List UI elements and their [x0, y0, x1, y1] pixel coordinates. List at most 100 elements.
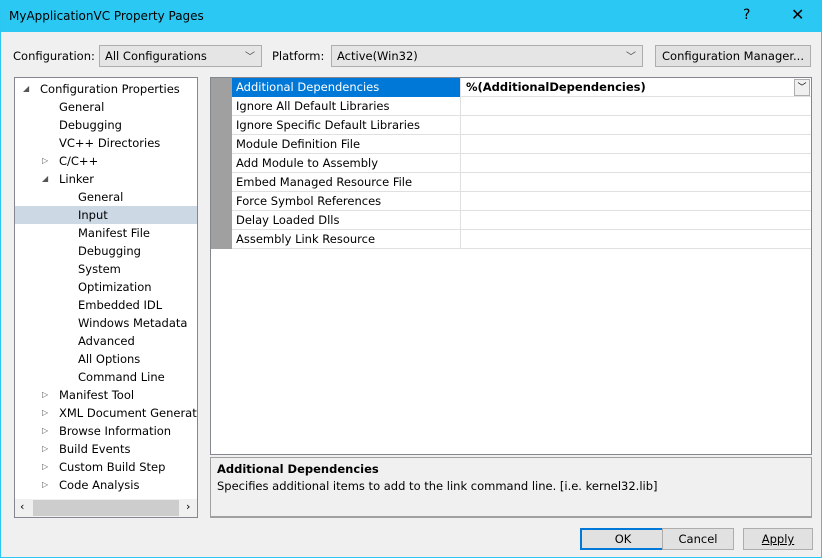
platform-label: Platform:	[272, 49, 325, 63]
tree-item-label: Embedded IDL	[78, 298, 163, 312]
tree-item[interactable]: ▷ Manifest Tool	[15, 386, 197, 404]
expand-icon[interactable]: ▷	[42, 440, 48, 458]
tree-item-label: XML Document Generator	[59, 406, 198, 420]
expand-icon[interactable]: ▷	[42, 476, 48, 494]
property-row[interactable]: Module Definition File	[232, 135, 811, 154]
property-name: Delay Loaded Dlls	[232, 211, 461, 230]
collapse-icon[interactable]: ◢	[23, 80, 29, 98]
tree-item[interactable]: System	[15, 260, 197, 278]
property-name: Force Symbol References	[232, 192, 461, 211]
cancel-button[interactable]: Cancel	[662, 528, 734, 550]
property-row[interactable]: Assembly Link Resource	[232, 230, 811, 249]
property-value[interactable]	[462, 97, 811, 116]
tree-item-label: General	[59, 100, 105, 114]
property-grid[interactable]: Additional Dependencies %(AdditionalDepen…	[210, 77, 812, 455]
configuration-value: All Configurations	[105, 49, 207, 63]
property-value[interactable]	[462, 135, 811, 154]
property-value[interactable]	[462, 116, 811, 135]
tree-item-label: Manifest Tool	[59, 388, 135, 402]
property-value[interactable]	[462, 230, 811, 249]
tree-item[interactable]: Embedded IDL	[15, 296, 197, 314]
apply-button[interactable]: Apply	[743, 528, 813, 550]
chevron-down-icon: ﹀	[245, 52, 255, 63]
expand-icon[interactable]: ▷	[42, 404, 48, 422]
scroll-right-icon[interactable]: ›	[186, 500, 190, 513]
tree-item-label: Advanced	[78, 334, 135, 348]
property-name: Ignore All Default Libraries	[232, 97, 461, 116]
property-row[interactable]: Additional Dependencies %(AdditionalDepen…	[232, 78, 811, 97]
tree-item[interactable]: ▷ Code Analysis	[15, 476, 197, 494]
platform-value: Active(Win32)	[337, 49, 418, 63]
expand-icon[interactable]: ▷	[42, 386, 48, 404]
tree-item[interactable]: Command Line	[15, 368, 197, 386]
property-row[interactable]: Add Module to Assembly	[232, 154, 811, 173]
tree-item-label: General	[78, 190, 124, 204]
configuration-label: Configuration:	[13, 49, 95, 63]
help-button[interactable]: ?	[743, 7, 750, 23]
description-text: Specifies additional items to add to the…	[217, 479, 658, 493]
tree-item[interactable]: Optimization	[15, 278, 197, 296]
tree-item[interactable]: ▷ Custom Build Step	[15, 458, 197, 476]
close-button[interactable]: ✕	[791, 5, 804, 24]
horizontal-scrollbar[interactable]: ‹ ›	[15, 499, 197, 517]
tree-item-label: Input	[78, 208, 108, 222]
tree-item-label: Code Analysis	[59, 478, 140, 492]
tree-item[interactable]: ▷ XML Document Generator	[15, 404, 197, 422]
tree-item[interactable]: General	[15, 188, 197, 206]
tree-item[interactable]: All Options	[15, 350, 197, 368]
configuration-manager-button[interactable]: Configuration Manager...	[655, 45, 811, 67]
tree-item[interactable]: Debugging	[15, 242, 197, 260]
property-pages-dialog: MyApplicationVC Property Pages ? ✕ Confi…	[0, 0, 822, 558]
tree-item-label: Debugging	[59, 118, 122, 132]
scrollbar-thumb[interactable]	[33, 500, 179, 516]
chevron-down-icon[interactable]: ﹀	[794, 79, 810, 96]
property-name: Add Module to Assembly	[232, 154, 461, 173]
tree-item-label: Linker	[59, 172, 94, 186]
tree-item[interactable]: Manifest File	[15, 224, 197, 242]
property-name: Additional Dependencies	[232, 78, 461, 97]
expand-icon[interactable]: ▷	[42, 152, 48, 170]
property-value[interactable]	[462, 192, 811, 211]
property-name: Embed Managed Resource File	[232, 173, 461, 192]
description-title: Additional Dependencies	[217, 462, 379, 476]
property-row[interactable]: Force Symbol References	[232, 192, 811, 211]
category-tree[interactable]: ▷ Code Analysis ▷ Custom Build Step ▷ Build E…	[14, 77, 198, 518]
property-value[interactable]	[462, 211, 811, 230]
tree-item-label: Configuration Properties	[40, 82, 180, 96]
property-name: Module Definition File	[232, 135, 461, 154]
tree-item[interactable]: ▷ C/C++	[15, 152, 197, 170]
tree-item-label: Debugging	[78, 244, 141, 258]
property-row[interactable]: Ignore Specific Default Libraries	[232, 116, 811, 135]
expand-icon[interactable]: ▷	[42, 458, 48, 476]
expand-icon[interactable]: ▷	[42, 422, 48, 440]
ok-button[interactable]: OK	[580, 528, 666, 550]
property-value[interactable]	[462, 154, 811, 173]
tree-item[interactable]: ◢ Linker	[15, 170, 197, 188]
tree-item[interactable]: ◢ Configuration Properties	[15, 80, 197, 98]
tree-item-label: Custom Build Step	[59, 460, 166, 474]
tree-item[interactable]: VC++ Directories	[15, 134, 197, 152]
tree-item[interactable]: Debugging	[15, 116, 197, 134]
property-value[interactable]	[462, 173, 811, 192]
property-name: Ignore Specific Default Libraries	[232, 116, 461, 135]
tree-item[interactable]: General	[15, 98, 197, 116]
property-value[interactable]: %(AdditionalDependencies)	[462, 78, 811, 97]
property-row[interactable]: Delay Loaded Dlls	[232, 211, 811, 230]
collapse-icon[interactable]: ◢	[42, 170, 48, 188]
grid-gutter	[211, 78, 232, 249]
tree-item-label: Browse Information	[59, 424, 172, 438]
property-name: Assembly Link Resource	[232, 230, 461, 249]
platform-dropdown[interactable]: Active(Win32) ﹀	[331, 45, 643, 67]
tree-item-label: Command Line	[78, 370, 165, 384]
scroll-left-icon[interactable]: ‹	[20, 500, 24, 513]
property-row[interactable]: Ignore All Default Libraries	[232, 97, 811, 116]
tree-item-label: VC++ Directories	[59, 136, 161, 150]
tree-item[interactable]: Input	[15, 206, 197, 224]
tree-item[interactable]: Advanced	[15, 332, 197, 350]
configuration-dropdown[interactable]: All Configurations ﹀	[99, 45, 262, 67]
tree-item[interactable]: Windows Metadata	[15, 314, 197, 332]
title-bar: MyApplicationVC Property Pages ? ✕	[1, 1, 821, 32]
tree-item[interactable]: ▷ Browse Information	[15, 422, 197, 440]
tree-item[interactable]: ▷ Build Events	[15, 440, 197, 458]
property-row[interactable]: Embed Managed Resource File	[232, 173, 811, 192]
